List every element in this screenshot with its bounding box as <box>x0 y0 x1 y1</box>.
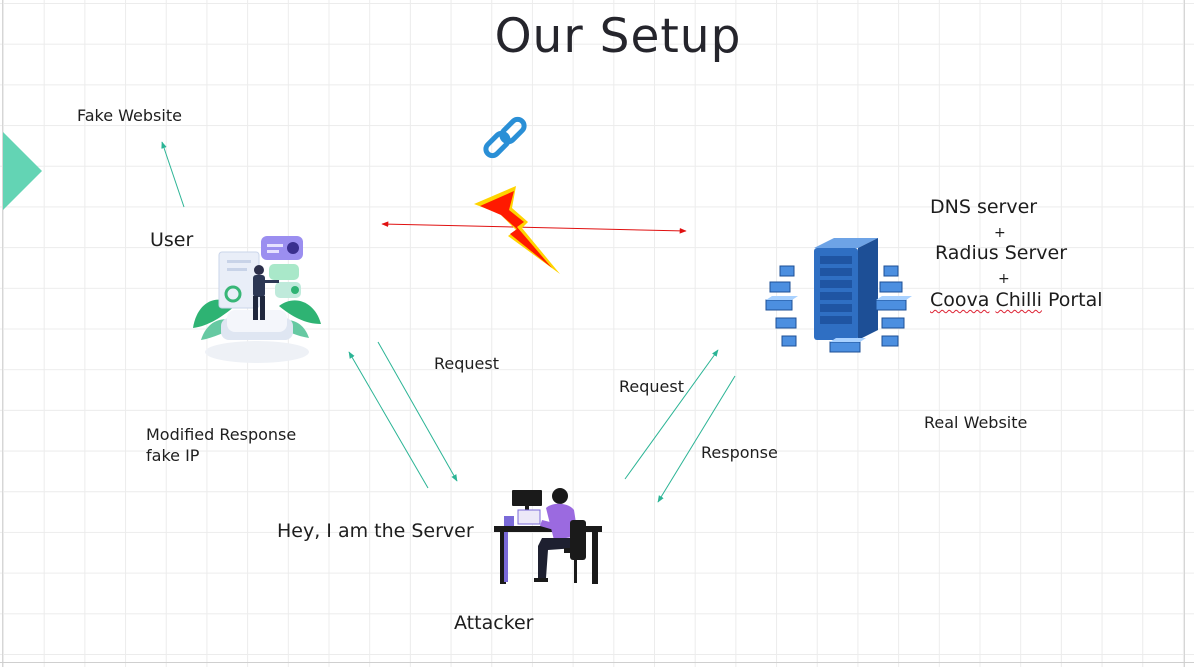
real-website-label: Real Website <box>924 413 1028 432</box>
coova-word: Coova <box>930 289 990 311</box>
arrow-user-to-fake-website <box>161 141 185 208</box>
lightning-bolt-icon <box>474 186 560 274</box>
attacker-quote-label: Hey, I am the Server <box>277 520 474 542</box>
slide-title: Our Setup <box>494 9 742 64</box>
person-at-computer-illustration <box>494 488 602 584</box>
link-chain-icon <box>483 116 527 159</box>
chilli-word: Chilli <box>995 289 1042 311</box>
plus-sign-2: + <box>998 271 1010 287</box>
request-left-label: Request <box>434 354 499 373</box>
coova-chilli-portal-label: Coova Chilli Portal <box>930 289 1103 312</box>
dns-server-label: DNS server <box>930 196 1038 218</box>
user-label: User <box>150 229 194 251</box>
response-right-label: Response <box>701 443 778 462</box>
server-rack-illustration <box>765 238 912 353</box>
radius-server-label: Radius Server <box>935 242 1068 264</box>
fake-ip-label: fake IP <box>146 446 200 465</box>
user-dashboard-illustration <box>193 236 321 363</box>
request-right-label: Request <box>619 377 684 396</box>
arrow-attacker-to-user-response <box>348 351 429 489</box>
attacker-label: Attacker <box>454 612 534 634</box>
portal-word: Portal <box>1047 289 1103 311</box>
modified-response-label: Modified Response <box>146 425 297 444</box>
fake-website-label: Fake Website <box>77 106 182 125</box>
slide-canvas: Our Setup Fake Website User DNS server +… <box>0 0 1194 667</box>
